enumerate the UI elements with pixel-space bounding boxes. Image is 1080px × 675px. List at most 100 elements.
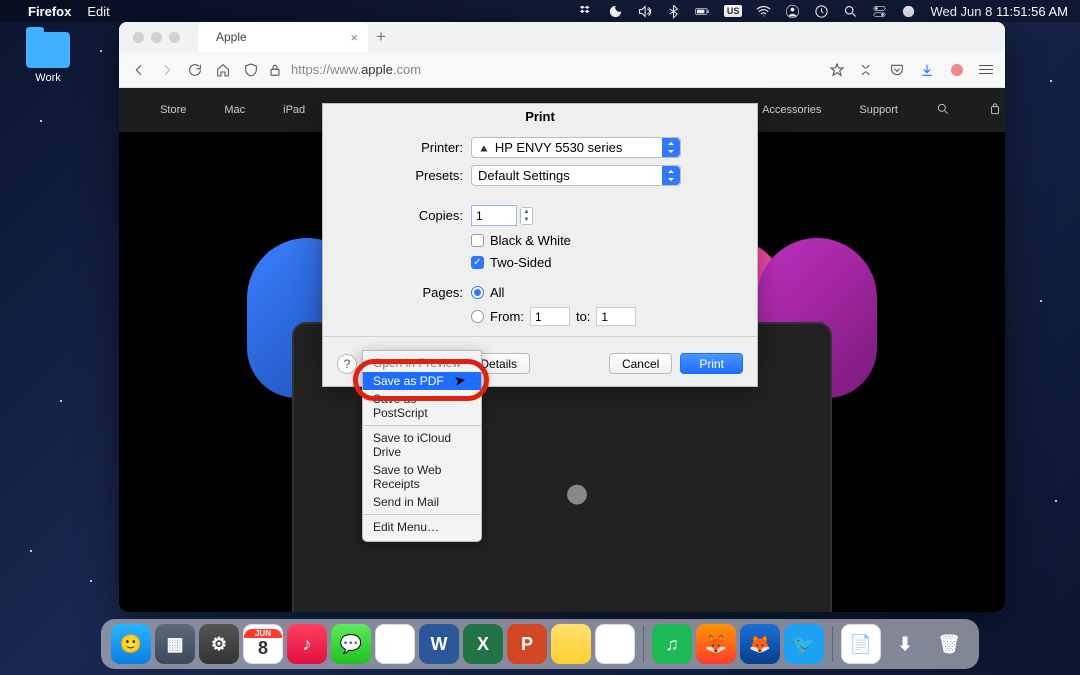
dock-twitter[interactable]: 🐦 [784,624,824,664]
url-text: https://www.apple.com [291,62,421,77]
nav-support[interactable]: Support [859,104,898,116]
dock-slack[interactable]: ✱ [595,624,635,664]
pages-label: Pages: [337,285,471,300]
menu-send-in-mail[interactable]: Send in Mail [363,493,481,511]
url-bar[interactable]: https://www.apple.com [243,62,817,78]
presets-value: Default Settings [478,168,570,183]
pages-from-input[interactable] [530,307,570,326]
folder-label: Work [18,72,78,84]
copies-input[interactable] [471,205,517,226]
pages-to-input[interactable] [596,307,636,326]
nav-search-icon[interactable] [936,102,950,119]
twosided-checkbox[interactable] [471,256,484,269]
dropbox-icon[interactable] [579,4,594,19]
siri-icon[interactable] [901,4,916,19]
forward-button [159,62,175,78]
nav-store[interactable]: Store [160,104,186,116]
extension-icon[interactable] [859,62,875,78]
dock-word[interactable]: W [419,624,459,664]
nav-ipad[interactable]: iPad [283,104,305,116]
lock-icon[interactable] [267,62,283,78]
copies-stepper[interactable]: ▲▼ [520,207,533,225]
presets-label: Presets: [337,168,471,183]
nav-mac[interactable]: Mac [224,104,245,116]
printer-select[interactable]: ▲ HP ENVY 5530 series [471,137,681,158]
print-dialog: Print Printer: ▲ HP ENVY 5530 series Pre… [322,103,758,387]
dock-launchpad[interactable]: ▦ [155,624,195,664]
tab-title: Apple [216,30,247,44]
app-menu-button[interactable] [979,65,993,75]
nav-accessories[interactable]: Accessories [762,104,821,116]
home-button[interactable] [215,62,231,78]
control-center-icon[interactable] [872,4,887,19]
tab-apple[interactable]: Apple × [198,22,368,52]
shield-icon[interactable] [243,62,259,78]
dock-music[interactable]: ♪ [287,624,327,664]
copies-label: Copies: [337,208,471,223]
dropdown-arrow-icon [662,166,680,185]
desktop-folder-work[interactable]: Work [18,32,78,84]
dock-messages[interactable]: 💬 [331,624,371,664]
app-name[interactable]: Firefox [28,4,71,19]
pages-all-radio[interactable] [471,286,484,299]
menu-edit[interactable]: Edit [87,4,109,19]
printer-label: Printer: [337,140,471,155]
wifi-icon[interactable] [756,4,771,19]
bluetooth-icon[interactable] [666,4,681,19]
twosided-label: Two-Sided [490,255,551,270]
pages-all-label: All [490,285,504,300]
user-icon[interactable] [785,4,800,19]
nav-bag-icon[interactable] [988,102,1002,119]
menu-edit-menu[interactable]: Edit Menu… [363,518,481,536]
menubar-clock[interactable]: Wed Jun 8 11:51:56 AM [930,4,1068,19]
help-button[interactable]: ? [337,354,357,374]
dock-trash[interactable]: 🗑 [929,624,969,664]
dropdown-arrow-icon [662,138,680,157]
downloads-icon[interactable] [919,62,935,78]
menu-open-preview[interactable]: Open in Preview [363,354,481,372]
dock-firefox-dev[interactable]: 🦊 [740,624,780,664]
input-source-icon[interactable]: US [724,5,743,17]
dock-document[interactable]: 📄 [841,624,881,664]
window-controls[interactable] [119,32,194,43]
tab-bar: Apple × + [119,22,1005,52]
menu-save-as-postscript[interactable]: Save as PostScript [363,390,481,422]
dock-powerpoint[interactable]: P [507,624,547,664]
menu-save-icloud[interactable]: Save to iCloud Drive [363,429,481,461]
dock-downloads[interactable]: ⬇ [885,624,925,664]
account-icon[interactable] [949,62,965,78]
print-button[interactable]: Print [680,353,743,374]
dock-finder[interactable]: 🙂 [111,624,151,664]
bookmark-star-icon[interactable] [829,62,845,78]
folder-icon [26,32,70,68]
mouse-cursor-icon: ➤ [453,371,468,390]
bw-checkbox[interactable] [471,234,484,247]
pages-to-label: to: [576,309,590,324]
dialog-title: Print [323,104,757,133]
tab-close-icon[interactable]: × [350,30,358,45]
dock-spotify[interactable]: ♫ [652,624,692,664]
pages-range-radio[interactable] [471,310,484,323]
new-tab-button[interactable]: + [376,27,386,47]
battery-icon[interactable] [695,4,710,19]
dock-chrome[interactable]: ◉ [375,624,415,664]
dock-calendar[interactable]: JUN8 [243,624,283,664]
reload-button[interactable] [187,62,203,78]
browser-toolbar: https://www.apple.com [119,52,1005,88]
dock-settings[interactable]: ⚙ [199,624,239,664]
menu-save-web-receipts[interactable]: Save to Web Receipts [363,461,481,493]
volume-icon[interactable] [637,4,652,19]
warning-icon: ▲ [478,141,490,154]
dock: 🙂 ▦ ⚙ JUN8 ♪ 💬 ◉ W X P ✱ ♫ 🦊 🦊 🐦 📄 ⬇ 🗑 [101,619,979,669]
dock-firefox[interactable]: 🦊 [696,624,736,664]
pocket-icon[interactable] [889,62,905,78]
cancel-button[interactable]: Cancel [609,353,672,374]
presets-select[interactable]: Default Settings [471,165,681,186]
spotlight-icon[interactable] [843,4,858,19]
dock-notes[interactable] [551,624,591,664]
do-not-disturb-icon[interactable] [608,4,623,19]
time-machine-icon[interactable] [814,4,829,19]
dock-excel[interactable]: X [463,624,503,664]
macos-menubar: Firefox Edit US Wed Jun 8 11:51:56 AM [0,0,1080,22]
back-button[interactable] [131,62,147,78]
